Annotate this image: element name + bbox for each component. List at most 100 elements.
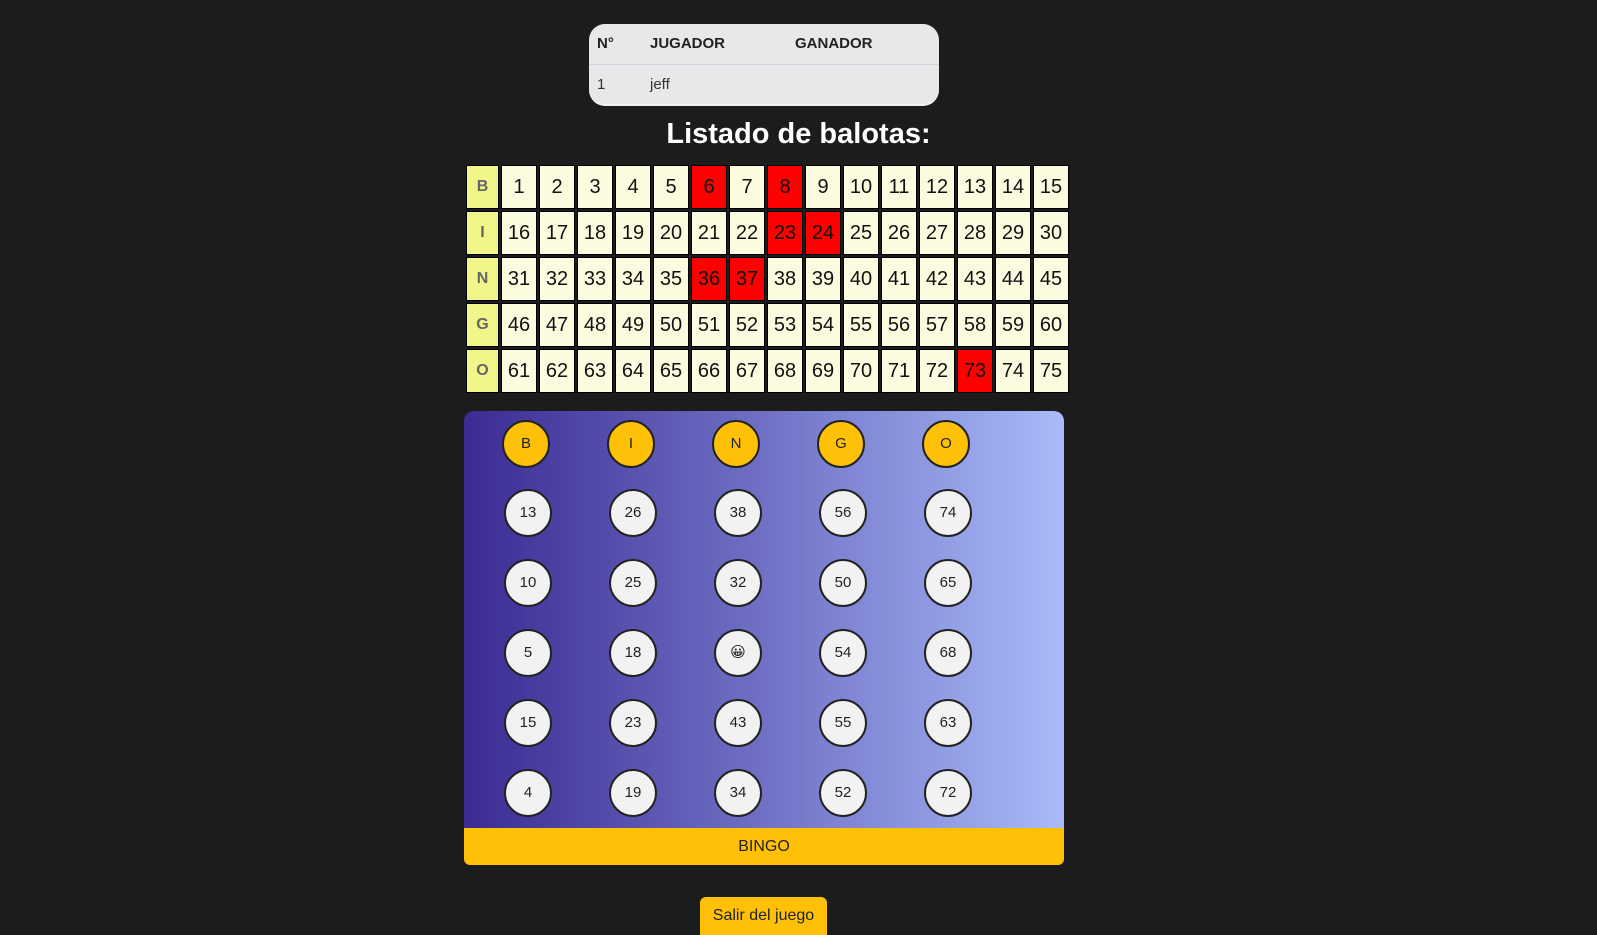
- ball-cell: 53: [765, 301, 805, 349]
- card-number[interactable]: 18: [609, 629, 657, 677]
- ball-cell: 49: [613, 301, 653, 349]
- ball-cell: 3: [575, 163, 615, 211]
- ball-cell: 34: [613, 255, 653, 303]
- players-header-row: N° JUGADOR GANADOR: [589, 24, 939, 65]
- bingo-button[interactable]: BINGO: [464, 828, 1064, 865]
- ball-cell: 74: [993, 347, 1033, 395]
- ball-cell: 62: [537, 347, 577, 395]
- drawn-ball-cell: 6: [689, 163, 729, 211]
- card-number[interactable]: 26: [609, 489, 657, 537]
- free-space-smiley-icon[interactable]: 😀: [714, 629, 762, 677]
- balotas-letter: I: [464, 209, 501, 257]
- players-table: N° JUGADOR GANADOR 1 jeff: [589, 24, 939, 106]
- card-number[interactable]: 10: [504, 559, 552, 607]
- ball-cell: 12: [917, 163, 957, 211]
- ball-cell: 35: [651, 255, 691, 303]
- card-number[interactable]: 38: [714, 489, 762, 537]
- balotas-board: B 1 2 3 4 5 6 7 8 9 10 11 12 13 14 15 I 16 17 18 19 20 21 22 23 2…: [464, 163, 1071, 395]
- ball-cell: 63: [575, 347, 615, 395]
- ball-cell: 32: [537, 255, 577, 303]
- ball-cell: 13: [955, 163, 995, 211]
- ball-cell: 57: [917, 301, 957, 349]
- card-number[interactable]: 15: [504, 699, 552, 747]
- card-number[interactable]: 13: [504, 489, 552, 537]
- card-number[interactable]: 4: [504, 769, 552, 817]
- ball-cell: 38: [765, 255, 805, 303]
- ball-cell: 30: [1031, 209, 1071, 257]
- balotas-letter: O: [464, 347, 501, 395]
- ball-cell: 52: [727, 301, 767, 349]
- card-number[interactable]: 63: [924, 699, 972, 747]
- ball-cell: 21: [689, 209, 729, 257]
- exit-game-button[interactable]: Salir del juego: [700, 897, 827, 935]
- ball-cell: 47: [537, 301, 577, 349]
- ball-cell: 56: [879, 301, 919, 349]
- ball-cell: 54: [803, 301, 843, 349]
- balotas-letter: N: [464, 255, 501, 303]
- card-number[interactable]: 25: [609, 559, 657, 607]
- ball-cell: 31: [499, 255, 539, 303]
- card-number[interactable]: 19: [609, 769, 657, 817]
- header-winner: GANADOR: [795, 35, 873, 52]
- ball-cell: 14: [993, 163, 1033, 211]
- drawn-ball-cell: 37: [727, 255, 767, 303]
- card-number[interactable]: 56: [819, 489, 867, 537]
- ball-cell: 29: [993, 209, 1033, 257]
- ball-cell: 41: [879, 255, 919, 303]
- ball-cell: 66: [689, 347, 729, 395]
- ball-cell: 16: [499, 209, 539, 257]
- card-number[interactable]: 34: [714, 769, 762, 817]
- ball-cell: 42: [917, 255, 957, 303]
- card-number[interactable]: 74: [924, 489, 972, 537]
- ball-cell: 4: [613, 163, 653, 211]
- card-number[interactable]: 68: [924, 629, 972, 677]
- balotas-row-n: N 31 32 33 34 35 36 37 38 39 40 41 42 43 44 45: [464, 255, 1071, 303]
- drawn-ball-cell: 73: [955, 347, 995, 395]
- ball-cell: 11: [879, 163, 919, 211]
- ball-cell: 28: [955, 209, 995, 257]
- ball-cell: 20: [651, 209, 691, 257]
- card-number[interactable]: 50: [819, 559, 867, 607]
- ball-cell: 17: [537, 209, 577, 257]
- card-number[interactable]: 5: [504, 629, 552, 677]
- table-row: 1 jeff: [589, 65, 939, 104]
- page-title: Listado de balotas:: [666, 118, 931, 150]
- balotas-letter: G: [464, 301, 501, 349]
- balotas-row-i: I 16 17 18 19 20 21 22 23 24 25 26 27 28 29 30: [464, 209, 1071, 257]
- ball-cell: 45: [1031, 255, 1071, 303]
- ball-cell: 67: [727, 347, 767, 395]
- card-header-g: G: [817, 420, 865, 468]
- card-number[interactable]: 32: [714, 559, 762, 607]
- card-number[interactable]: 65: [924, 559, 972, 607]
- header-number: N°: [597, 35, 614, 52]
- card-number[interactable]: 54: [819, 629, 867, 677]
- ball-cell: 40: [841, 255, 881, 303]
- ball-cell: 64: [613, 347, 653, 395]
- ball-cell: 43: [955, 255, 995, 303]
- balotas-row-o: O 61 62 63 64 65 66 67 68 69 70 71 72 73 74 75: [464, 347, 1071, 395]
- card-number[interactable]: 52: [819, 769, 867, 817]
- ball-cell: 58: [955, 301, 995, 349]
- ball-cell: 44: [993, 255, 1033, 303]
- bingo-card: B I N G O 13 26 38 56 74 10 25 32 50 65 5 18 😀 54 68 15 23 43 5…: [464, 411, 1064, 828]
- ball-cell: 2: [537, 163, 577, 211]
- card-number[interactable]: 72: [924, 769, 972, 817]
- balotas-row-g: G 46 47 48 49 50 51 52 53 54 55 56 57 58 59 60: [464, 301, 1071, 349]
- card-number[interactable]: 23: [609, 699, 657, 747]
- ball-cell: 46: [499, 301, 539, 349]
- ball-cell: 5: [651, 163, 691, 211]
- ball-cell: 72: [917, 347, 957, 395]
- drawn-ball-cell: 36: [689, 255, 729, 303]
- card-header-n: N: [712, 420, 760, 468]
- ball-cell: 9: [803, 163, 843, 211]
- balotas-row-b: B 1 2 3 4 5 6 7 8 9 10 11 12 13 14 15: [464, 163, 1071, 211]
- ball-cell: 51: [689, 301, 729, 349]
- ball-cell: 68: [765, 347, 805, 395]
- card-number[interactable]: 55: [819, 699, 867, 747]
- balotas-letter: B: [464, 163, 501, 211]
- ball-cell: 39: [803, 255, 843, 303]
- ball-cell: 71: [879, 347, 919, 395]
- ball-cell: 59: [993, 301, 1033, 349]
- card-number[interactable]: 43: [714, 699, 762, 747]
- drawn-ball-cell: 8: [765, 163, 805, 211]
